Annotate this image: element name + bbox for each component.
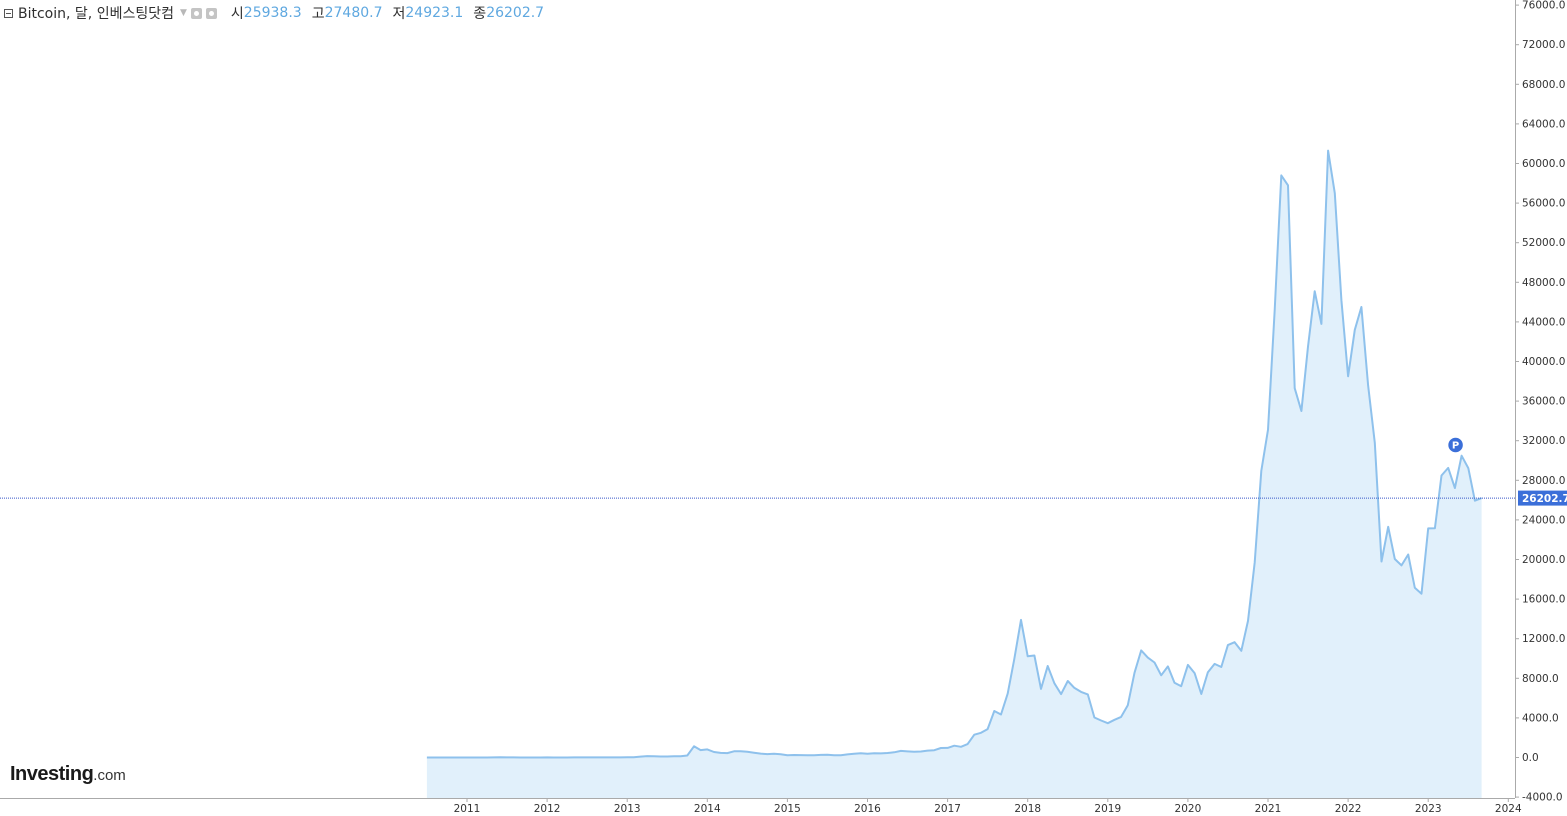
y-tick-label: 44000.0: [1522, 316, 1565, 328]
y-tick-label: 64000.0: [1522, 118, 1565, 130]
y-tick-label: 68000.0: [1522, 79, 1565, 91]
x-tick-label: 2013: [614, 803, 641, 815]
y-tick-label: 40000.0: [1522, 356, 1565, 368]
investing-logo: Investing.com: [10, 763, 126, 786]
x-tick-label: 2018: [1014, 803, 1041, 815]
y-tick-label: 4000.0: [1522, 712, 1559, 724]
y-tick-label: 56000.0: [1522, 198, 1565, 210]
y-tick-label: 52000.0: [1522, 237, 1565, 249]
y-tick-label: 36000.0: [1522, 396, 1565, 408]
y-tick-label: 72000.0: [1522, 39, 1565, 51]
y-tick-label: -4000.0: [1522, 792, 1563, 804]
y-tick-label: 28000.0: [1522, 475, 1565, 487]
current-price-badge-label: 26202.7: [1522, 493, 1567, 505]
x-tick-label: 2011: [454, 803, 481, 815]
y-tick-label: 0.0: [1522, 752, 1539, 764]
x-tick-label: 2017: [934, 803, 961, 815]
price-chart[interactable]: -4000.0 0.0 4000.0 8000.0 12000.0 16000.0 2000…: [0, 0, 1567, 816]
y-tick-label: 48000.0: [1522, 277, 1565, 289]
y-tick-label: 60000.0: [1522, 158, 1565, 170]
x-tick-label: 2012: [534, 803, 561, 815]
p-marker-label: P: [1452, 441, 1459, 452]
x-tick-label: 2019: [1094, 803, 1121, 815]
y-tick-label: 12000.0: [1522, 633, 1565, 645]
x-tick-label: 2022: [1335, 803, 1362, 815]
x-tick-label: 2021: [1255, 803, 1282, 815]
x-tick-label: 2014: [694, 803, 721, 815]
logo-brand: Investing: [10, 763, 94, 785]
x-tick-label: 2020: [1175, 803, 1202, 815]
x-tick-label: 2023: [1415, 803, 1442, 815]
y-tick-label: 32000.0: [1522, 435, 1565, 447]
x-tick-label: 2024: [1495, 803, 1522, 815]
y-tick-label: 8000.0: [1522, 673, 1559, 685]
x-tick-label: 2015: [774, 803, 801, 815]
y-tick-label: 20000.0: [1522, 554, 1565, 566]
y-tick-label: 76000.0: [1522, 0, 1565, 12]
y-tick-label: 24000.0: [1522, 514, 1565, 526]
y-tick-label: 16000.0: [1522, 594, 1565, 606]
logo-tld: .com: [93, 767, 126, 784]
x-tick-label: 2016: [854, 803, 881, 815]
